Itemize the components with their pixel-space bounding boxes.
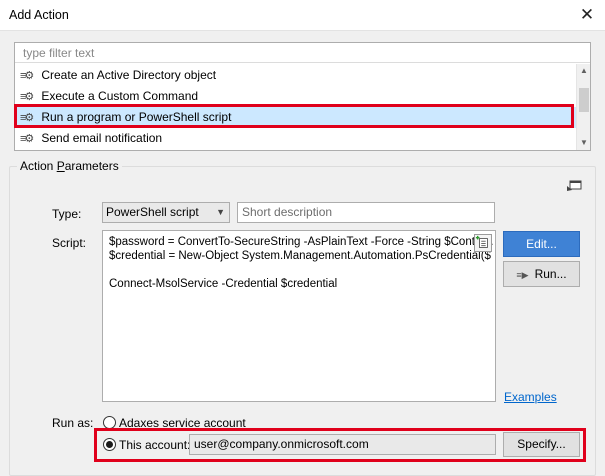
- window-title: Add Action: [9, 8, 69, 22]
- script-line: $credential = New-Object System.Manageme…: [109, 250, 491, 262]
- script-label: Script:: [52, 236, 87, 250]
- list-item[interactable]: ≡⚙ Execute a Custom Command: [15, 86, 576, 107]
- list-item-label: Send email notification: [41, 131, 163, 145]
- list-item[interactable]: ≡⚙ Create an Active Directory object: [15, 65, 576, 86]
- close-icon[interactable]: ✕: [574, 3, 600, 27]
- short-description-input[interactable]: Short description: [237, 202, 495, 223]
- type-dropdown[interactable]: PowerShell script ▼: [102, 202, 230, 223]
- group-title: Action Parameters: [17, 159, 122, 173]
- title-bar: [0, 0, 605, 31]
- gear-icon: ≡⚙: [20, 133, 34, 145]
- examples-link[interactable]: Examples: [504, 390, 557, 404]
- insert-value-icon[interactable]: [474, 234, 492, 252]
- list-item-selected[interactable]: ≡⚙ Run a program or PowerShell script: [15, 107, 576, 128]
- edit-button[interactable]: Edit...: [503, 231, 580, 257]
- run-icon: ≡▶: [516, 270, 529, 280]
- collapse-panel-icon[interactable]: [567, 180, 582, 192]
- run-button[interactable]: ≡▶ Run...: [503, 261, 580, 287]
- account-field[interactable]: user@company.onmicrosoft.com: [189, 434, 496, 455]
- filter-input[interactable]: [15, 43, 590, 63]
- service-account-radio[interactable]: [103, 416, 116, 429]
- this-account-radio[interactable]: [103, 438, 116, 451]
- script-line: $password = ConvertTo-SecureString -AsPl…: [109, 236, 494, 248]
- run-as-label: Run as:: [52, 416, 94, 430]
- service-account-label[interactable]: Adaxes service account: [119, 416, 246, 430]
- type-label: Type:: [52, 207, 82, 221]
- chevron-down-icon: ▼: [216, 207, 225, 217]
- script-line: [109, 263, 489, 277]
- scroll-thumb[interactable]: [579, 88, 589, 112]
- gear-icon: ≡⚙: [20, 91, 34, 103]
- gear-icon: ≡⚙: [20, 112, 34, 124]
- action-list-panel: ≡⚙ Create an Active Directory object ≡⚙ …: [14, 42, 591, 151]
- list-item[interactable]: ≡⚙ Send email notification: [15, 128, 576, 149]
- script-editor[interactable]: $password = ConvertTo-SecureString -AsPl…: [102, 230, 496, 402]
- type-value: PowerShell script: [106, 205, 199, 219]
- scroll-down-icon[interactable]: ▼: [577, 136, 591, 150]
- this-account-label[interactable]: This account:: [119, 438, 190, 452]
- gear-icon: ≡⚙: [20, 70, 34, 82]
- list-item-label: Run a program or PowerShell script: [41, 110, 232, 124]
- list-scrollbar[interactable]: ▲ ▼: [576, 64, 590, 150]
- scroll-up-icon[interactable]: ▲: [577, 64, 591, 78]
- specify-button[interactable]: Specify...: [503, 432, 580, 457]
- list-item-label: Execute a Custom Command: [41, 89, 199, 103]
- list-item-label: Create an Active Directory object: [41, 68, 217, 82]
- script-line: Connect-MsolService -Credential $credent…: [109, 278, 338, 290]
